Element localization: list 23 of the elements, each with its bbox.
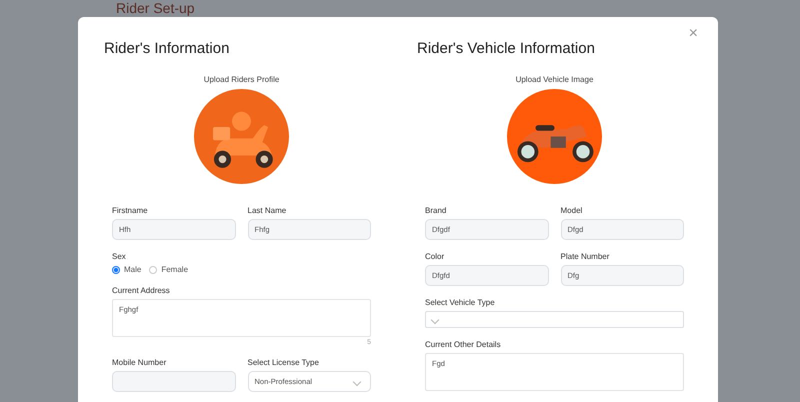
field-label: Firstname bbox=[112, 206, 149, 215]
section-title: Rider's Information bbox=[104, 39, 230, 59]
radio-button[interactable] bbox=[149, 266, 158, 274]
field-label: Sex bbox=[112, 252, 127, 261]
input-field[interactable] bbox=[112, 371, 236, 392]
radio-label: Male bbox=[124, 265, 142, 274]
radio-button[interactable] bbox=[112, 266, 120, 274]
field-label: Brand bbox=[425, 206, 448, 215]
field-label: Plate Number bbox=[560, 252, 610, 261]
field-label: Current Address bbox=[112, 286, 171, 295]
upload-label: Upload Vehicle Image bbox=[516, 75, 594, 84]
select-field[interactable] bbox=[425, 311, 684, 328]
page-title: Rider Set-up bbox=[116, 0, 196, 17]
field-label: Select License Type bbox=[248, 358, 320, 367]
upload-label: Upload Riders Profile bbox=[204, 75, 280, 84]
field-label: Model bbox=[560, 206, 584, 215]
radio-label: Female bbox=[161, 265, 188, 274]
field-label: Color bbox=[425, 252, 446, 261]
field-label: Current Other Details bbox=[425, 340, 502, 349]
section-title: Rider's Vehicle Information bbox=[417, 39, 596, 59]
field-label: Select Vehicle Type bbox=[425, 298, 496, 307]
field-label: Last Name bbox=[248, 206, 288, 215]
field-label: Mobile Number bbox=[112, 358, 168, 367]
